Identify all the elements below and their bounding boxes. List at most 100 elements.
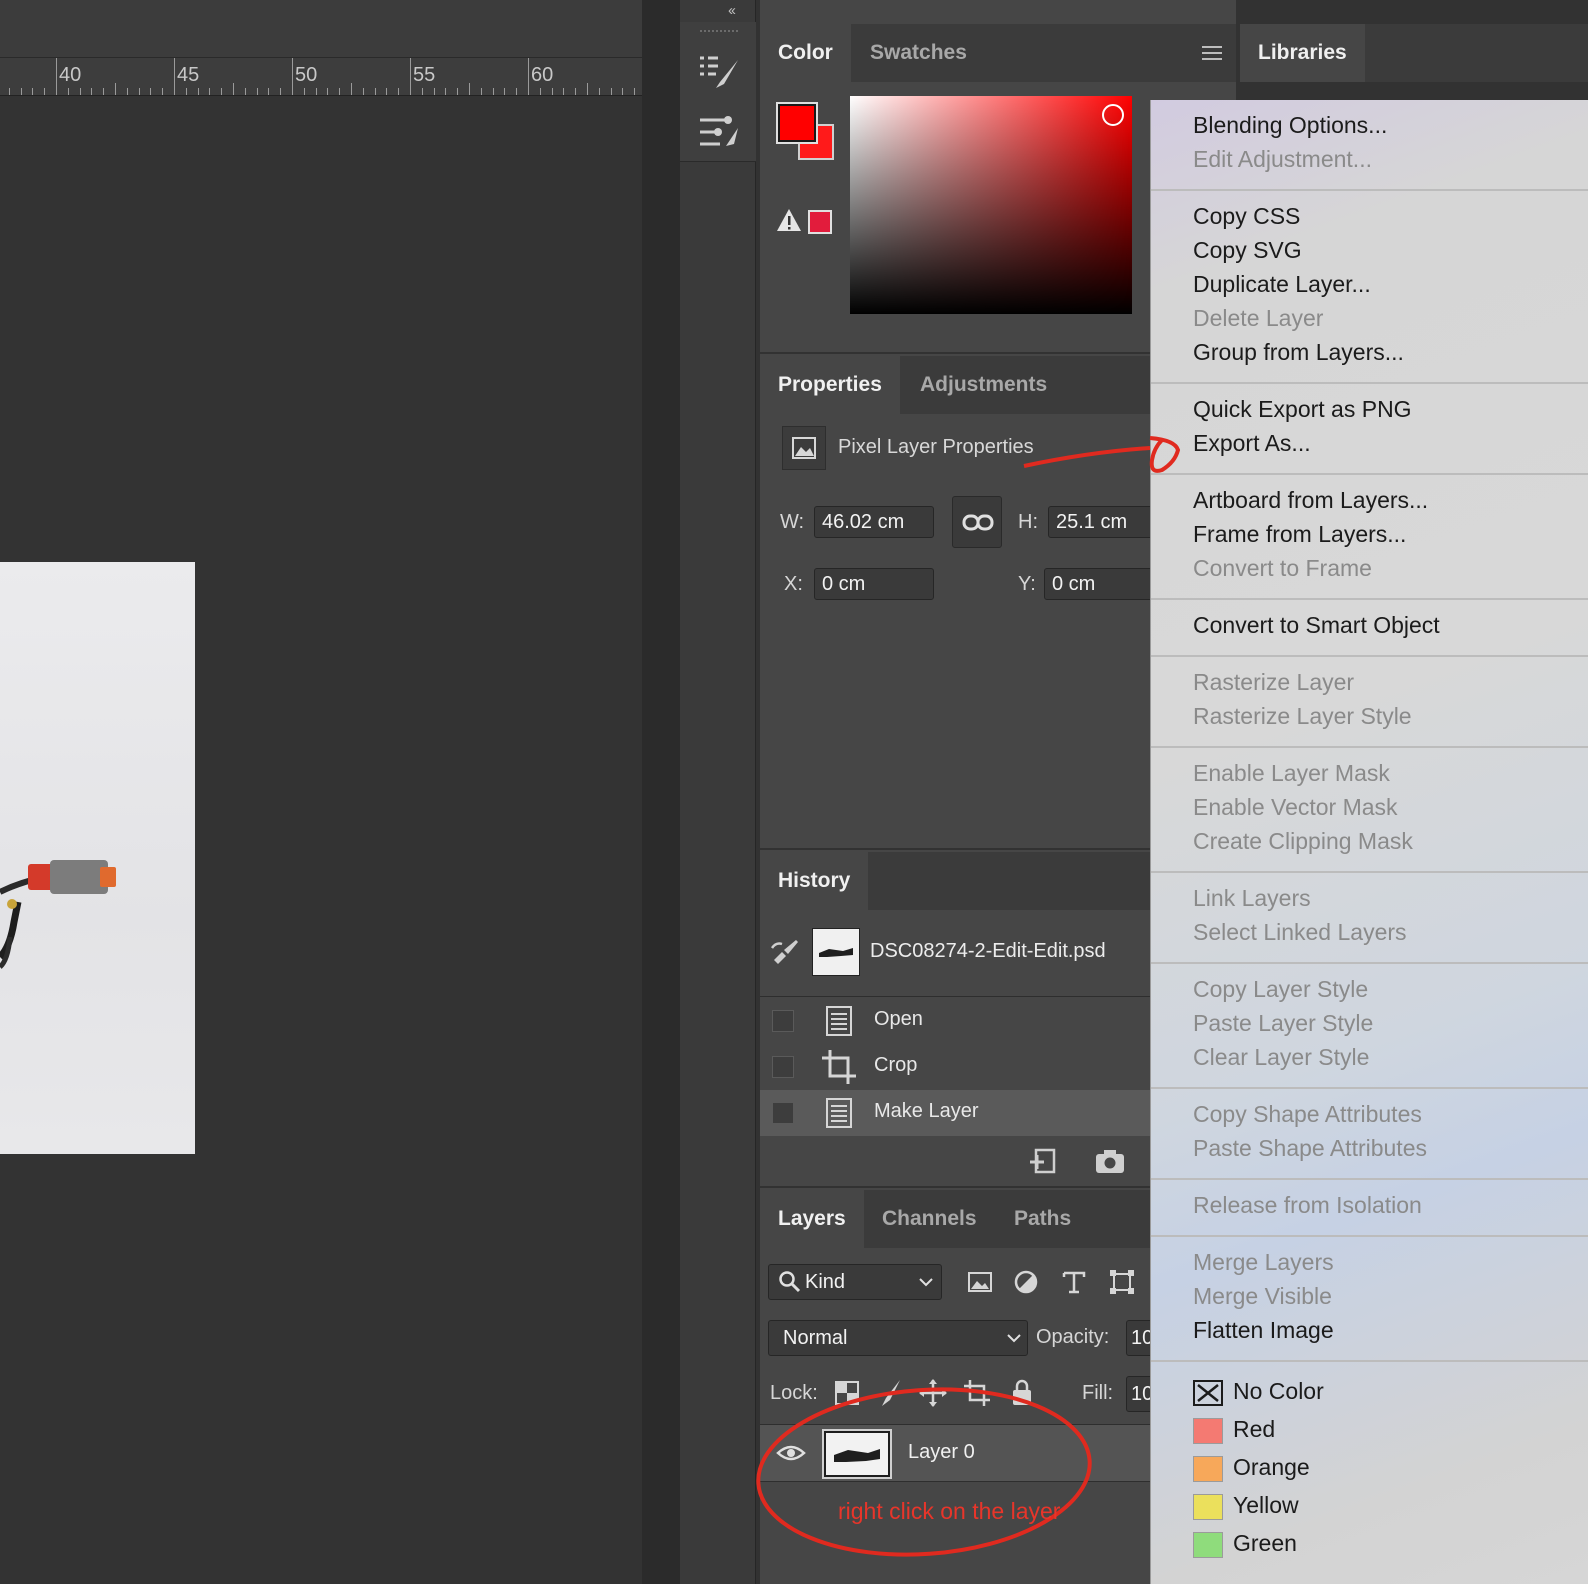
tab-adjustments[interactable]: Adjustments [902,356,1065,414]
tab-color[interactable]: Color [760,24,851,82]
menu-separator [1151,382,1588,384]
history-snapshot-thumbnail[interactable] [812,928,860,976]
menu-item-color-yellow[interactable]: Yellow [1151,1490,1588,1524]
menu-item-duplicate-layer[interactable]: Duplicate Layer... [1193,271,1371,298]
layer-name: Layer 0 [908,1441,975,1463]
layer-thumbnail[interactable] [822,1429,892,1479]
fg-bg-color-picker[interactable] [776,102,838,164]
history-step-checkbox[interactable] [772,1102,794,1124]
filter-pixel-layers-icon[interactable] [966,1268,994,1296]
lock-artboard-icon[interactable] [962,1378,992,1408]
filter-type-layers-icon[interactable] [1060,1268,1088,1296]
ruler-minor-tick [634,88,636,95]
collapse-left-icon[interactable]: ‹‹ [728,2,736,19]
menu-item-group-from-layers[interactable]: Group from Layers... [1193,339,1404,366]
tab-channels[interactable]: Channels [864,1190,995,1248]
menu-item-quick-export-as-png[interactable]: Quick Export as PNG [1193,396,1412,423]
adjustment-presets-icon[interactable] [698,112,742,157]
height-field[interactable]: 25.1 cm [1048,506,1158,538]
color-swatch [1193,1456,1223,1482]
gamut-warning-icon[interactable] [776,208,802,237]
tab-properties[interactable]: Properties [760,356,900,414]
brush-settings-icon[interactable] [698,54,742,99]
history-step-checkbox[interactable] [772,1010,794,1032]
menu-item-color-red[interactable]: Red [1151,1414,1588,1448]
menu-item-copy-css[interactable]: Copy CSS [1193,203,1300,230]
foreground-color-swatch[interactable] [776,102,818,144]
ruler-minor-tick [469,83,470,95]
ruler-minor-tick [374,88,376,95]
ruler-minor-tick [433,88,435,95]
pixel-layer-icon [782,426,826,470]
history-step-checkbox[interactable] [772,1056,794,1078]
snapshot-camera-icon[interactable] [1094,1146,1126,1181]
document-image[interactable] [0,562,195,1154]
filter-kind-label: Kind [805,1271,846,1293]
menu-separator [1151,871,1588,873]
ruler-minor-tick [197,88,199,95]
section-title: Pixel Layer Properties [838,436,1034,458]
properties-tabbar: Properties Adjustments [760,356,1160,414]
ruler-minor-tick [115,83,116,95]
ruler-minor-tick [91,88,93,95]
lock-transparent-pixels-icon[interactable] [834,1380,860,1406]
menu-item-copy-svg[interactable]: Copy SVG [1193,237,1302,264]
tab-layers[interactable]: Layers [760,1190,864,1248]
menu-item-flatten-image[interactable]: Flatten Image [1193,1317,1334,1344]
new-document-from-state-icon[interactable] [1028,1146,1060,1181]
x-position-field[interactable]: 0 cm [814,568,934,600]
tab-libraries[interactable]: Libraries [1240,24,1365,82]
link-dimensions-button[interactable] [952,496,1002,548]
color-field[interactable] [850,96,1132,314]
lock-all-icon[interactable] [1010,1378,1034,1408]
menu-item-convert-to-frame: Convert to Frame [1193,555,1372,581]
ruler-minor-tick [339,88,341,95]
color-field-picker[interactable] [1102,104,1124,126]
ruler-minor-tick [622,88,624,95]
lock-image-pixels-icon[interactable] [878,1378,904,1408]
filter-adjustment-layers-icon[interactable] [1012,1268,1040,1296]
history-tabbar: History [760,852,1160,910]
y-position-field[interactable]: 0 cm [1044,568,1158,600]
ruler-major-tick [174,58,175,95]
history-step-make-layer[interactable]: Make Layer [760,1090,1150,1136]
ruler-minor-tick [315,88,317,95]
blend-mode-select[interactable]: Normal [768,1320,1028,1356]
ruler-minor-tick [138,88,140,95]
blend-mode-value: Normal [783,1327,848,1349]
menu-item-artboard-from-layers[interactable]: Artboard from Layers... [1193,487,1428,514]
eye-visibility-icon[interactable] [776,1441,806,1465]
panel-menu-icon[interactable] [1202,46,1222,60]
filter-shape-layers-icon[interactable] [1108,1268,1136,1296]
menu-item-export-as[interactable]: Export As... [1193,430,1311,457]
history-brush-source-icon[interactable] [770,938,800,971]
menu-item-enable-vector-mask: Enable Vector Mask [1193,794,1398,820]
ruler-minor-tick [492,88,494,95]
grip-handle[interactable] [700,30,738,36]
tab-swatches[interactable]: Swatches [852,24,985,82]
ruler-minor-tick [587,83,588,95]
lock-position-icon[interactable] [918,1378,948,1408]
history-step-crop[interactable]: Crop [760,1044,1150,1090]
ruler-minor-tick [67,88,69,95]
ruler-minor-tick [598,88,600,95]
menu-item-color-green[interactable]: Green [1151,1528,1588,1562]
menu-item-frame-from-layers[interactable]: Frame from Layers... [1193,521,1406,548]
ruler-minor-tick [162,88,164,95]
width-field[interactable]: 46.02 cm [814,506,934,538]
menu-separator [1151,598,1588,600]
ruler-major-tick [56,58,57,95]
menu-item-color-no-color[interactable]: No Color [1151,1376,1588,1410]
menu-item-convert-to-smart-object[interactable]: Convert to Smart Object [1193,612,1440,639]
menu-item-blending-options[interactable]: Blending Options... [1193,112,1387,139]
tab-paths[interactable]: Paths [996,1190,1089,1248]
crop-icon [822,1050,856,1084]
ruler-minor-tick [421,88,423,95]
history-step-open[interactable]: Open [760,998,1150,1044]
gamut-color-swatch[interactable] [808,210,832,234]
menu-item-rasterize-layer: Rasterize Layer [1193,669,1355,695]
color-swatch [1193,1532,1223,1558]
menu-item-color-orange[interactable]: Orange [1151,1452,1588,1486]
layer-row-layer-0[interactable]: Layer 0 [760,1424,1160,1482]
tab-history[interactable]: History [760,852,869,910]
